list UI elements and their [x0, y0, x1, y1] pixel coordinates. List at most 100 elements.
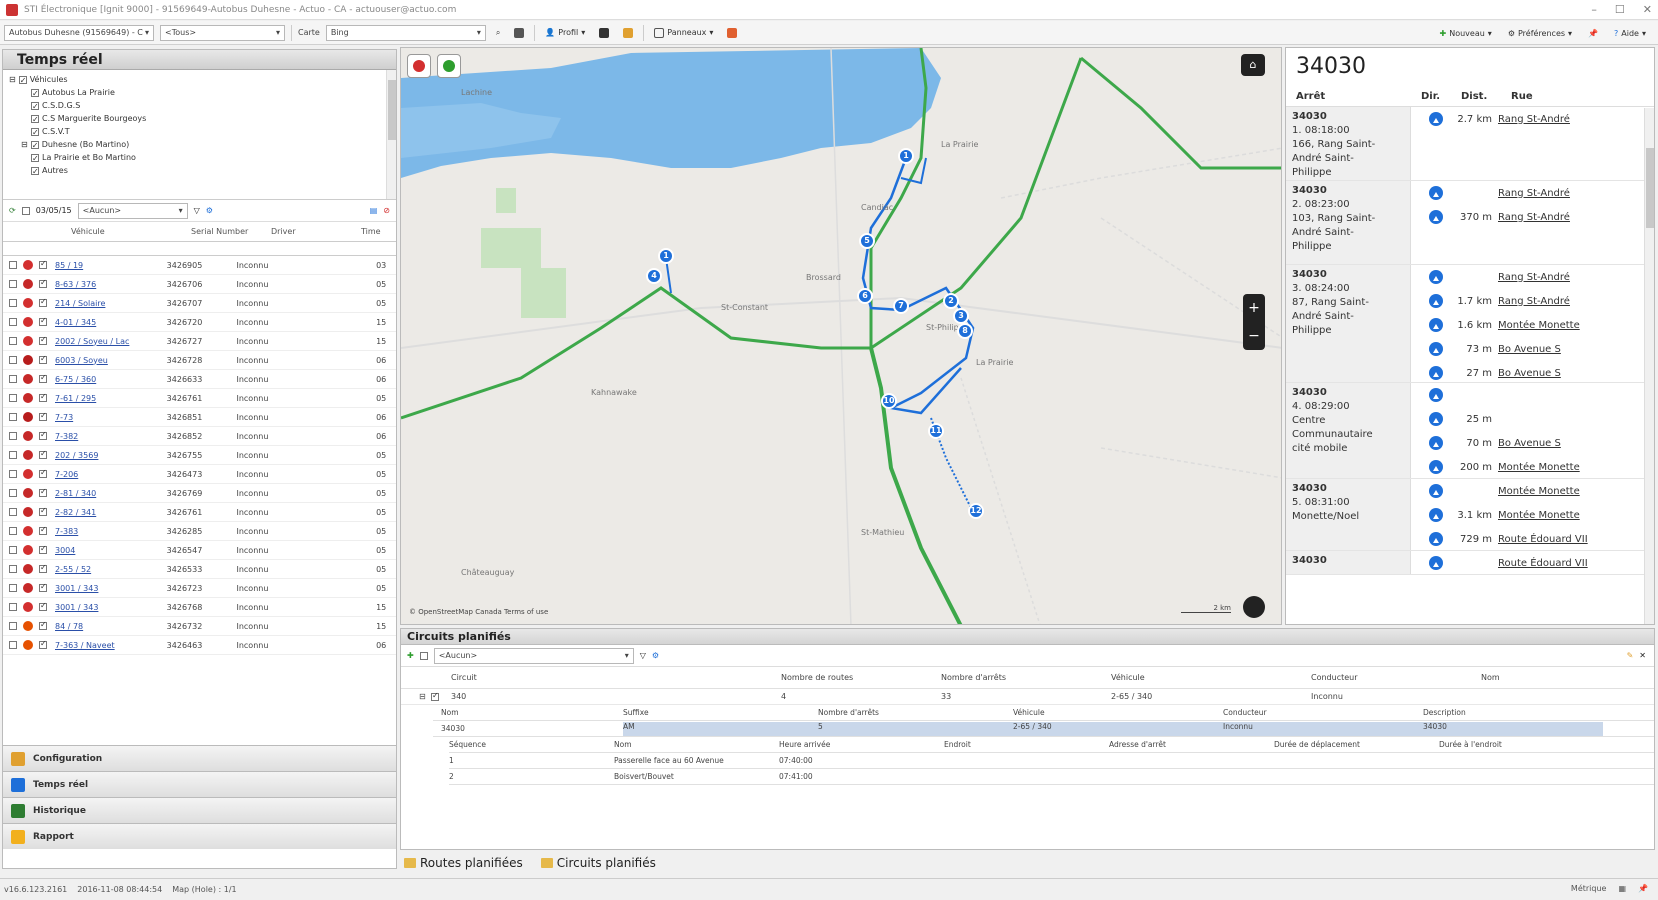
tree-checkbox[interactable]: [31, 165, 39, 178]
vehicle-column-header[interactable]: Véhicule: [71, 227, 191, 236]
settings-icon[interactable]: ⚙: [652, 651, 659, 660]
vehicle-name[interactable]: 84 / 78: [47, 622, 167, 631]
route-name-header[interactable]: Nom: [433, 708, 623, 717]
nav-configuration[interactable]: Configuration: [3, 745, 396, 771]
tree-node[interactable]: Autres: [9, 164, 390, 178]
row-checkbox[interactable]: [9, 299, 17, 307]
tree-checkbox[interactable]: [30, 139, 39, 152]
direction-street[interactable]: Rang St-André: [1498, 188, 1570, 199]
vehicle-row[interactable]: 85 / 193426905 Inconnu 03: [3, 256, 396, 275]
direction-street[interactable]: Bo Avenue S: [1498, 368, 1561, 379]
vehicle-name[interactable]: 7-383: [47, 527, 167, 536]
visibility-checkbox[interactable]: [39, 373, 47, 383]
stop-row[interactable]: 34030 3. 08:24:00 87, Rang Saint- André Sai…: [1286, 265, 1654, 383]
tree-checkbox[interactable]: [31, 100, 39, 113]
vehicle-row[interactable]: 2002 / Soyeu / Lac3426727 Inconnu 15: [3, 332, 396, 351]
visibility-checkbox[interactable]: [39, 506, 47, 516]
stop-row[interactable]: 1 Passerelle face au 60 Avenue 07:40:00: [449, 753, 1654, 769]
vehicle-row[interactable]: 30043426547 Inconnu 05: [3, 541, 396, 560]
tab-routes-planifiees[interactable]: Routes planifiées: [400, 856, 527, 870]
direction-street[interactable]: Bo Avenue S: [1498, 438, 1561, 449]
close-icon[interactable]: ✕: [1639, 651, 1646, 660]
circuit-column-header[interactable]: Circuit: [451, 673, 781, 682]
stops-column-header[interactable]: Nombre d'arrêts: [941, 673, 1111, 682]
row-checkbox[interactable]: [431, 691, 439, 701]
tree-checkbox[interactable]: [31, 113, 39, 126]
direction-row[interactable]: 200 m Montée Monette: [1411, 455, 1654, 479]
maximize-button[interactable]: ☐: [1615, 3, 1625, 16]
visibility-checkbox[interactable]: [39, 582, 47, 592]
profil-button[interactable]: 👤 Profil ▾: [541, 24, 589, 42]
vehicle-name[interactable]: 7-73: [47, 413, 167, 422]
direction-street[interactable]: Rang St-André: [1498, 212, 1570, 223]
visibility-checkbox[interactable]: [39, 354, 47, 364]
refresh-icon[interactable]: ⟳: [9, 206, 16, 215]
visibility-checkbox[interactable]: [39, 525, 47, 535]
map-layer-button[interactable]: [407, 54, 431, 78]
vehicle-name[interactable]: 3001 / 343: [47, 603, 167, 612]
vehicle-name[interactable]: 2-81 / 340: [47, 489, 167, 498]
name-column-header[interactable]: Nom: [1481, 673, 1500, 682]
direction-street[interactable]: Rang St-André: [1498, 272, 1570, 283]
direction-street[interactable]: Bo Avenue S: [1498, 344, 1561, 355]
vehicle-row[interactable]: 6-75 / 3603426633 Inconnu 06: [3, 370, 396, 389]
vehicle-row[interactable]: 7-3823426852 Inconnu 06: [3, 427, 396, 446]
tree-node[interactable]: C.S.V.T: [9, 125, 390, 139]
direction-row[interactable]: 27 m Bo Avenue S: [1411, 361, 1654, 385]
tree-node[interactable]: ⊟ Duhesne (Bo Martino): [9, 138, 390, 152]
select-all-checkbox[interactable]: [419, 651, 428, 660]
vehicle-name[interactable]: 3001 / 343: [47, 584, 167, 593]
stop-place-header[interactable]: Endroit: [944, 740, 1109, 749]
tree-node[interactable]: C.S.D.G.S: [9, 99, 390, 113]
visibility-checkbox[interactable]: [39, 620, 47, 630]
row-checkbox[interactable]: [9, 261, 17, 269]
scrollbar-thumb[interactable]: [388, 80, 396, 140]
vehicle-name[interactable]: 3004: [47, 546, 167, 555]
vehicle-name[interactable]: 85 / 19: [47, 261, 167, 270]
date-filter[interactable]: 03/05/15: [36, 206, 72, 215]
stop-row[interactable]: 34030 5. 08:31:00 Monette/Noel Montée Monet…: [1286, 479, 1654, 551]
vehicle-row[interactable]: 7-3833426285 Inconnu 05: [3, 522, 396, 541]
row-checkbox[interactable]: [9, 641, 17, 649]
tree-node[interactable]: Autobus La Prairie: [9, 86, 390, 100]
visibility-checkbox[interactable]: [39, 278, 47, 288]
panneaux-button[interactable]: Panneaux ▾: [650, 24, 717, 42]
direction-row[interactable]: 1.7 km Rang St-André: [1411, 289, 1654, 313]
vehicle-row[interactable]: 7-2063426473 Inconnu 05: [3, 465, 396, 484]
tree-checkbox[interactable]: [31, 152, 39, 165]
row-checkbox[interactable]: [9, 413, 17, 421]
stop-row[interactable]: 34030 2. 08:23:00 103, Rang Saint- André Sa…: [1286, 181, 1654, 265]
vehicle-row[interactable]: 8-63 / 3763426706 Inconnu 05: [3, 275, 396, 294]
alarm-icon[interactable]: ⊘: [383, 206, 390, 215]
vehicle-name[interactable]: 8-63 / 376: [47, 280, 167, 289]
map-stop-marker[interactable]: 1: [898, 148, 914, 164]
nav-temps-reel[interactable]: Temps réel: [3, 771, 396, 797]
driver-column-header[interactable]: Conducteur: [1311, 673, 1481, 682]
direction-street[interactable]: Montée Monette: [1498, 510, 1580, 521]
vehicle-grid-filter-row[interactable]: [3, 242, 396, 256]
scrollbar-thumb[interactable]: [1646, 148, 1654, 228]
nouveau-button[interactable]: ✚ Nouveau ▾: [1436, 24, 1496, 42]
zoom-out-button[interactable]: −: [1243, 322, 1265, 350]
map-traffic-button[interactable]: [437, 54, 461, 78]
visibility-checkbox[interactable]: [39, 430, 47, 440]
direction-street[interactable]: Montée Monette: [1498, 320, 1580, 331]
nav-historique[interactable]: Historique: [3, 797, 396, 823]
visibility-checkbox[interactable]: [39, 316, 47, 326]
aide-button[interactable]: ? Aide ▾: [1610, 24, 1650, 42]
driver-column-header[interactable]: Driver: [271, 227, 361, 236]
vehicle-name[interactable]: 202 / 3569: [47, 451, 167, 460]
vehicle-row[interactable]: 3001 / 3433426768 Inconnu 15: [3, 598, 396, 617]
visibility-checkbox[interactable]: [39, 449, 47, 459]
direction-street[interactable]: Rang St-André: [1498, 296, 1570, 307]
car-button[interactable]: [510, 24, 528, 42]
route-row[interactable]: 34030 AM 5 2-65 / 340 Inconnu 34030: [433, 721, 1654, 737]
visibility-checkbox[interactable]: [39, 335, 47, 345]
vehicle-name[interactable]: 7-363 / Naveet: [47, 641, 167, 650]
direction-row[interactable]: 73 m Bo Avenue S: [1411, 337, 1654, 361]
tree-node[interactable]: La Prairie et Bo Martino: [9, 151, 390, 165]
visibility-checkbox[interactable]: [39, 563, 47, 573]
zoom-in-button[interactable]: +: [1243, 294, 1265, 322]
row-checkbox[interactable]: [9, 394, 17, 402]
map-stop-marker[interactable]: 8: [957, 323, 973, 339]
